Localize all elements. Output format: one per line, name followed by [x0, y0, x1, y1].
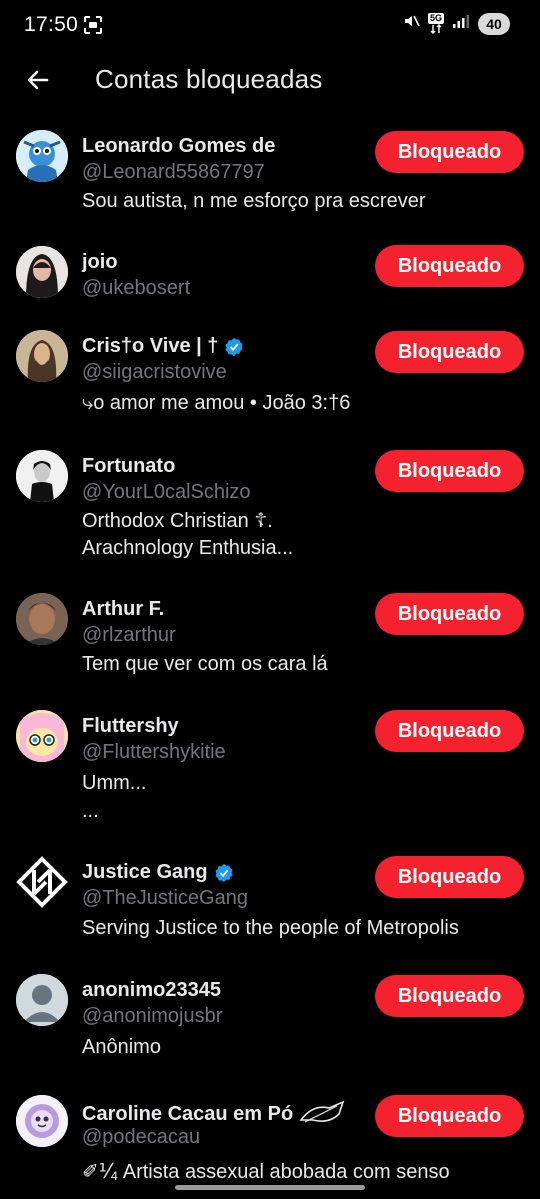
- avatar[interactable]: [16, 856, 68, 908]
- account-handle: @anonimojusbr: [82, 1005, 223, 1027]
- account-name: Fluttershy: [82, 715, 179, 737]
- account-name: Justice Gang: [82, 861, 208, 883]
- screenshot-icon: [82, 14, 104, 41]
- page-title: Contas bloqueadas: [95, 64, 323, 94]
- back-button[interactable]: [20, 62, 56, 98]
- battery-icon: 40: [478, 12, 510, 35]
- account-bio-line-2: ...: [82, 800, 99, 822]
- network-icon: 5G: [427, 13, 444, 34]
- signal-icon: [452, 13, 470, 34]
- blocked-button[interactable]: Bloqueado: [375, 245, 524, 287]
- network-label: 5G: [427, 13, 444, 24]
- account-handle: @TheJusticeGang: [82, 887, 248, 909]
- account-name: Arthur F.: [82, 598, 165, 620]
- account-name: Leonardo Gomes de: [82, 135, 276, 157]
- status-time: 17:50: [24, 13, 79, 36]
- list-item[interactable]: Leonardo Gomes de @Leonard55867797 Sou a…: [0, 130, 540, 230]
- account-bio: Tem que ver com os cara lá: [82, 653, 328, 675]
- account-bio: ⤷o amor me amou • João 3:†6: [82, 392, 351, 414]
- app-header: Contas bloqueadas: [0, 52, 540, 108]
- avatar[interactable]: [16, 130, 68, 182]
- account-handle: @Fluttershykitie: [82, 741, 226, 763]
- list-item[interactable]: Cris†o Vive | † @siigacristovive ⤷o amor…: [0, 330, 540, 430]
- account-name: Fortunato: [82, 455, 176, 477]
- blocked-button[interactable]: Bloqueado: [375, 1095, 524, 1137]
- blocked-button[interactable]: Bloqueado: [375, 856, 524, 898]
- verified-badge-icon: [225, 337, 243, 356]
- list-item[interactable]: Justice Gang @TheJusticeGang Serving Jus…: [0, 856, 540, 956]
- account-handle: @ukebosert: [82, 277, 191, 299]
- list-item[interactable]: Caroline Cacau em Pó @podecacau ✐⅟₄ Arti…: [0, 1095, 540, 1195]
- feather-pen-icon: [299, 1100, 345, 1123]
- arrow-left-icon: [27, 70, 49, 90]
- avatar[interactable]: [16, 246, 68, 298]
- account-handle: @Leonard55867797: [82, 161, 265, 183]
- account-handle: @podecacau: [82, 1126, 201, 1148]
- list-item[interactable]: joio @ukebosert Bloqueado: [0, 245, 540, 308]
- account-name: Caroline Cacau em Pó: [82, 1102, 294, 1125]
- account-bio: Serving Justice to the people of Metropo…: [82, 917, 459, 939]
- account-name: anonimo23345: [82, 979, 221, 1001]
- account-bio: Sou autista, n me esforço pra escrever: [82, 190, 426, 212]
- list-item[interactable]: anonimo23345 @anonimojusbr Anônimo Bloqu…: [0, 974, 540, 1074]
- account-handle: @YourL0calSchizo: [82, 481, 251, 503]
- account-name: joio: [82, 251, 118, 273]
- home-indicator[interactable]: [175, 1185, 365, 1190]
- avatar[interactable]: [16, 710, 68, 762]
- account-name: Cris†o Vive | †: [82, 335, 219, 357]
- blocked-button[interactable]: Bloqueado: [375, 975, 524, 1017]
- list-item[interactable]: Fluttershy @Fluttershykitie Umm... ... B…: [0, 710, 540, 830]
- blocked-button[interactable]: Bloqueado: [375, 710, 524, 752]
- blocked-button[interactable]: Bloqueado: [375, 131, 524, 173]
- account-bio-line-2: Arachnology Enthusia...: [82, 537, 294, 559]
- list-item[interactable]: Arthur F. @rlzarthur Tem que ver com os …: [0, 593, 540, 693]
- blocked-button[interactable]: Bloqueado: [375, 450, 524, 492]
- blocked-button[interactable]: Bloqueado: [375, 331, 524, 373]
- mute-icon: [402, 12, 420, 35]
- account-handle: @rlzarthur: [82, 624, 176, 646]
- account-bio: Umm...: [82, 772, 147, 794]
- account-bio: Anônimo: [82, 1036, 161, 1058]
- status-icons: 5G 40: [402, 12, 510, 35]
- avatar[interactable]: [16, 1095, 68, 1147]
- account-bio: Orthodox Christian ☦.: [82, 510, 273, 532]
- account-bio: ✐⅟₄ Artista assexual abobada com senso: [82, 1161, 450, 1183]
- avatar[interactable]: [16, 593, 68, 645]
- list-item[interactable]: Fortunato @YourL0calSchizo Orthodox Chri…: [0, 450, 540, 570]
- account-handle: @siigacristovive: [82, 361, 227, 383]
- blocked-button[interactable]: Bloqueado: [375, 593, 524, 635]
- status-bar: 17:50 5G 40: [0, 0, 540, 52]
- avatar[interactable]: [16, 450, 68, 502]
- avatar[interactable]: [16, 330, 68, 382]
- avatar[interactable]: [16, 974, 68, 1026]
- verified-badge-icon: [215, 863, 233, 882]
